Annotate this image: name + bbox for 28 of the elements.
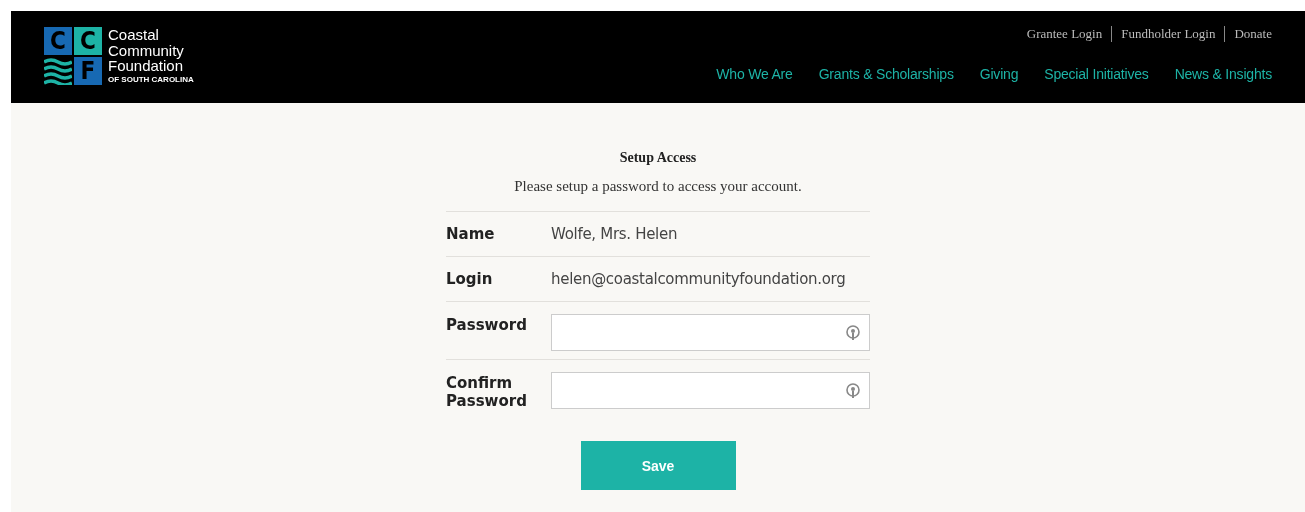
logo-letter: F xyxy=(74,57,102,85)
nav-link[interactable]: Grants & Scholarships xyxy=(818,65,954,83)
nav-link[interactable]: Giving xyxy=(979,65,1019,83)
password-field[interactable] xyxy=(551,372,870,409)
nav-link[interactable]: Special Initiatives xyxy=(1044,65,1149,83)
field-value: helen@coastalcommunityfoundation.org xyxy=(551,270,846,288)
field-label: Name xyxy=(446,225,496,243)
logo-letter: C xyxy=(74,27,102,55)
waves-icon xyxy=(44,57,72,85)
utility-link[interactable]: Grantee Login xyxy=(1026,26,1112,42)
form-title: Setup Access xyxy=(619,149,697,167)
form-instructions: Please setup a password to access your account. xyxy=(514,177,802,196)
field-label: Login xyxy=(446,270,494,288)
logo-text: Coastal xyxy=(108,27,160,43)
nav-link[interactable]: Who We Are xyxy=(716,65,793,83)
nav-link[interactable]: News & Insights xyxy=(1174,65,1272,83)
field-label: Confirm Password xyxy=(446,373,528,410)
password-field[interactable] xyxy=(551,314,870,351)
logo-letter: C xyxy=(44,27,72,55)
field-value: Wolfe, Mrs. Helen xyxy=(551,225,678,243)
utility-link[interactable]: Fundholder Login xyxy=(1111,26,1225,42)
utility-link[interactable]: Donate xyxy=(1224,26,1272,42)
key-icon[interactable] xyxy=(845,382,861,399)
key-icon[interactable] xyxy=(845,324,861,341)
logo-tagline: OF SOUTH CAROLINA xyxy=(108,74,194,85)
logo-text: Community xyxy=(108,42,185,58)
field-label: Password xyxy=(446,315,528,334)
logo-text: Foundation xyxy=(108,58,185,74)
